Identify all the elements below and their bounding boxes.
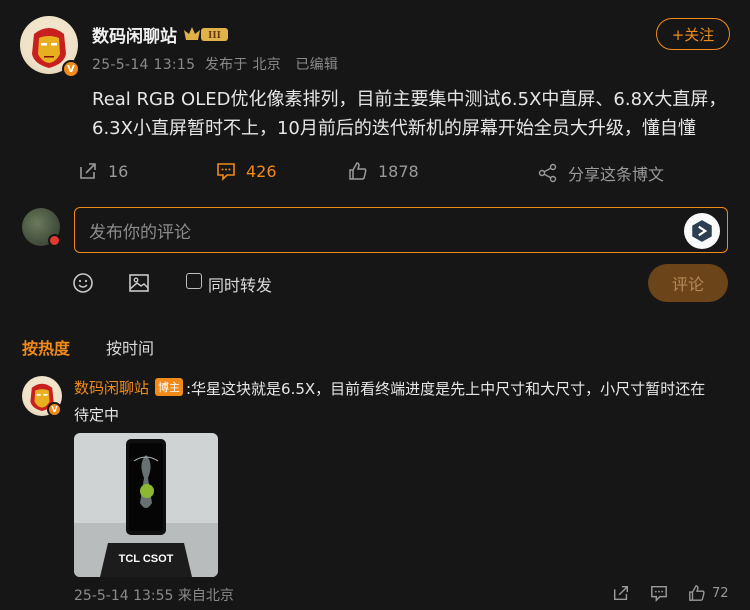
- comment-image[interactable]: TCL CSOT: [74, 433, 218, 577]
- ai-assistant-icon: [692, 220, 712, 242]
- comment-text: :华星这块就是6.5X，目前看终端进度是先上中尺寸和大尺寸，小尺寸暂时还在: [186, 380, 706, 398]
- share-icon: [538, 163, 557, 183]
- crown-level-icon: III: [184, 27, 228, 41]
- emoji-icon[interactable]: [72, 272, 94, 294]
- author-name[interactable]: 数码闲聊站: [92, 22, 177, 47]
- user-status-badge: [48, 234, 61, 247]
- level-badge-text: III: [208, 31, 221, 41]
- comment-button[interactable]: 426: [216, 161, 277, 181]
- comment-author-name[interactable]: 数码闲聊站: [74, 377, 149, 398]
- like-count: 1878: [378, 161, 419, 181]
- image-icon[interactable]: [128, 272, 150, 294]
- verified-badge: V: [47, 402, 62, 417]
- repost-icon: [80, 163, 96, 179]
- tab-sort-hot[interactable]: 按热度: [22, 335, 70, 359]
- comment-icon: [651, 585, 667, 602]
- comment-input[interactable]: 发布你的评论: [74, 207, 728, 253]
- repost-checkbox-label[interactable]: 同时转发: [208, 272, 272, 296]
- comment-meta: 25-5-14 13:55 来自北京: [74, 588, 234, 604]
- repost-count: 16: [108, 161, 129, 181]
- post-text: Real RGB OLED优化像素排列，目前主要集中测试6.5X中直屏、6.8X…: [92, 89, 727, 139]
- ai-assistant-button[interactable]: [684, 213, 720, 249]
- share-label: 分享这条博文: [568, 165, 665, 184]
- follow-button[interactable]: +关注: [656, 18, 730, 50]
- tab-sort-time[interactable]: 按时间: [106, 335, 154, 359]
- phone-display-photo: TCL CSOT: [74, 433, 218, 577]
- comment-icon: [217, 163, 235, 181]
- comment-placeholder: 发布你的评论: [89, 222, 191, 243]
- share-button[interactable]: 分享这条博文: [538, 161, 664, 185]
- image-caption: TCL CSOT: [119, 553, 174, 565]
- repost-icon: [613, 585, 629, 601]
- comment-repost-button[interactable]: [612, 584, 630, 602]
- verified-badge: V: [62, 60, 80, 78]
- comment-count: 426: [246, 161, 277, 181]
- post-meta: 25-5-14 13:15 发布于 北京 已编辑: [92, 57, 339, 73]
- ironman-icon: [32, 28, 66, 68]
- comment-like-button[interactable]: 72: [688, 584, 729, 602]
- submit-comment-button[interactable]: 评论: [648, 264, 728, 302]
- author-role-badge: 博主: [155, 378, 183, 396]
- like-button[interactable]: 1878: [348, 161, 419, 181]
- comment-reply-button[interactable]: [650, 584, 668, 602]
- repost-checkbox[interactable]: [186, 273, 202, 289]
- repost-button[interactable]: 16: [78, 161, 128, 181]
- comment-text-cont: 待定中: [74, 406, 120, 424]
- comment-like-count: 72: [712, 585, 729, 601]
- thumbs-up-icon: [349, 162, 367, 180]
- thumbs-up-icon: [689, 585, 705, 601]
